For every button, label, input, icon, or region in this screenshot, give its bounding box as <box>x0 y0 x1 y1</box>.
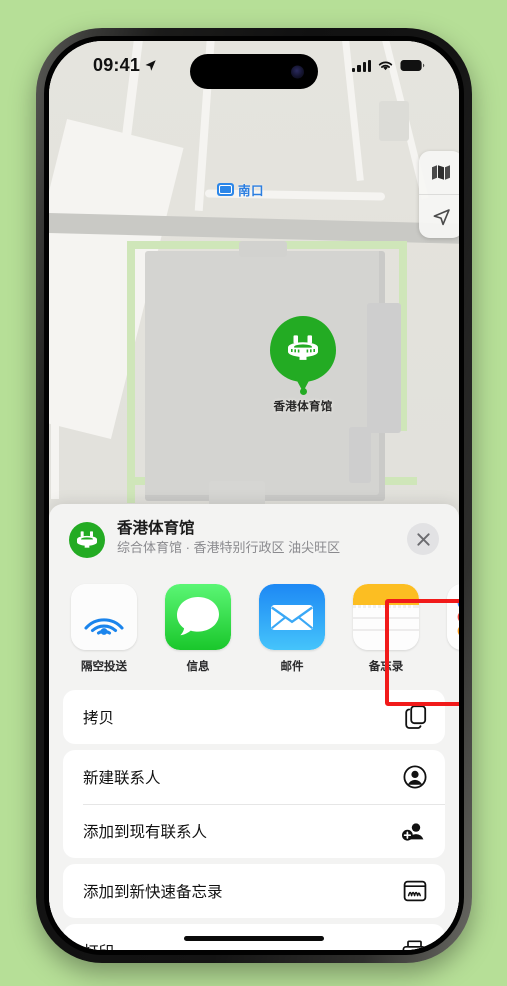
map-road <box>51 379 59 499</box>
copy-icon <box>401 705 427 729</box>
mail-icon <box>259 584 325 650</box>
share-app-airdrop[interactable]: 隔空投送 <box>69 574 139 684</box>
share-app-label: 提 <box>445 658 459 674</box>
status-bar-time-group: 09:41 <box>93 55 157 76</box>
share-action-quick-note[interactable]: 添加到新快速备忘录 <box>63 864 445 918</box>
status-bar: 09:41 <box>49 41 459 93</box>
navigation-arrow-icon <box>433 209 450 226</box>
map-controls[interactable] <box>419 151 459 238</box>
wifi-icon <box>378 61 393 71</box>
share-sheet: 香港体育馆 综合体育馆 · 香港特别行政区 油尖旺区 隔空投送 信息 邮件 备忘… <box>49 504 459 950</box>
map-building <box>367 303 401 433</box>
metro-exit-icon <box>217 183 234 196</box>
share-action-group: 新建联系人 添加到现有联系人 <box>63 750 445 858</box>
share-sheet-title: 香港体育馆 <box>117 520 195 537</box>
front-camera-icon <box>291 65 304 78</box>
share-action-new-contact[interactable]: 新建联系人 <box>63 750 445 804</box>
poi-label: 香港体育馆 <box>273 401 333 413</box>
map-icon <box>432 165 450 180</box>
airdrop-icon <box>71 584 137 650</box>
share-app-messages[interactable]: 信息 <box>163 574 233 684</box>
share-sheet-titles: 香港体育馆 综合体育馆 · 香港特别行政区 油尖旺区 <box>117 519 387 557</box>
status-bar-indicators <box>352 59 425 72</box>
share-sheet-subtitle: 综合体育馆 · 香港特别行政区 油尖旺区 <box>117 540 341 555</box>
share-sheet-poi-icon <box>69 522 105 558</box>
map-layers-button[interactable] <box>419 151 459 194</box>
poi-pin-shape <box>270 316 336 382</box>
person-circle-icon <box>401 765 427 789</box>
map-building <box>379 101 409 141</box>
phone-bezel: 南口 香港体育馆 09:41 香港体育馆 综合体育馆 · 香港特别行政区 油尖旺… <box>44 36 464 955</box>
close-icon <box>416 532 430 546</box>
share-app-row[interactable]: 隔空投送 信息 邮件 备忘录 <box>49 574 459 684</box>
close-button[interactable] <box>407 523 439 555</box>
quick-note-icon <box>401 880 427 902</box>
phone-screen: 南口 香港体育馆 09:41 香港体育馆 综合体育馆 · 香港特别行政区 油尖旺… <box>49 41 459 950</box>
share-app-notes[interactable]: 备忘录 <box>351 574 421 684</box>
map-poi-pin[interactable]: 香港体育馆 <box>266 316 340 414</box>
battery-icon <box>400 60 425 71</box>
share-app-reminders[interactable]: 提 <box>445 574 459 684</box>
transit-label-text: 南口 <box>238 184 265 198</box>
person-badge-plus-icon <box>401 819 427 843</box>
stadium-icon <box>288 335 318 360</box>
map-green-strip <box>127 241 135 503</box>
share-action-copy[interactable]: 拷贝 <box>63 690 445 744</box>
printer-icon <box>401 940 427 950</box>
locate-me-button[interactable] <box>419 194 459 238</box>
home-indicator[interactable] <box>184 936 324 941</box>
cellular-bars-icon <box>352 59 371 72</box>
stadium-icon <box>77 531 97 548</box>
messages-icon <box>165 584 231 650</box>
location-arrow-icon <box>145 60 156 71</box>
share-action-add-existing-contact[interactable]: 添加到现有联系人 <box>63 804 445 858</box>
notes-icon <box>353 584 419 650</box>
share-action-group: 拷贝 <box>63 690 445 744</box>
share-app-label: 备忘录 <box>368 661 404 673</box>
share-action-group: 添加到新快速备忘录 <box>63 864 445 918</box>
share-app-label: 信息 <box>186 661 210 673</box>
status-bar-time: 09:41 <box>93 55 141 75</box>
row-label: 新建联系人 <box>83 770 161 787</box>
share-app-label: 邮件 <box>280 661 304 673</box>
screenshot-stage: 南口 香港体育馆 09:41 香港体育馆 综合体育馆 · 香港特别行政区 油尖旺… <box>0 0 507 986</box>
share-sheet-header: 香港体育馆 综合体育馆 · 香港特别行政区 油尖旺区 <box>49 504 459 574</box>
share-app-label: 隔空投送 <box>81 661 127 673</box>
reminders-icon <box>447 584 459 650</box>
share-app-mail[interactable]: 邮件 <box>257 574 327 684</box>
transit-exit-label[interactable]: 南口 <box>217 180 264 199</box>
row-label: 添加到新快速备忘录 <box>83 884 223 901</box>
row-label: 打印 <box>83 940 401 950</box>
row-label: 拷贝 <box>83 710 115 727</box>
map-building <box>349 427 371 483</box>
dynamic-island <box>190 54 318 89</box>
row-label: 添加到现有联系人 <box>83 824 208 841</box>
iphone-frame: 南口 香港体育馆 09:41 香港体育馆 综合体育馆 · 香港特别行政区 油尖旺… <box>36 28 472 963</box>
map-building <box>239 241 287 257</box>
